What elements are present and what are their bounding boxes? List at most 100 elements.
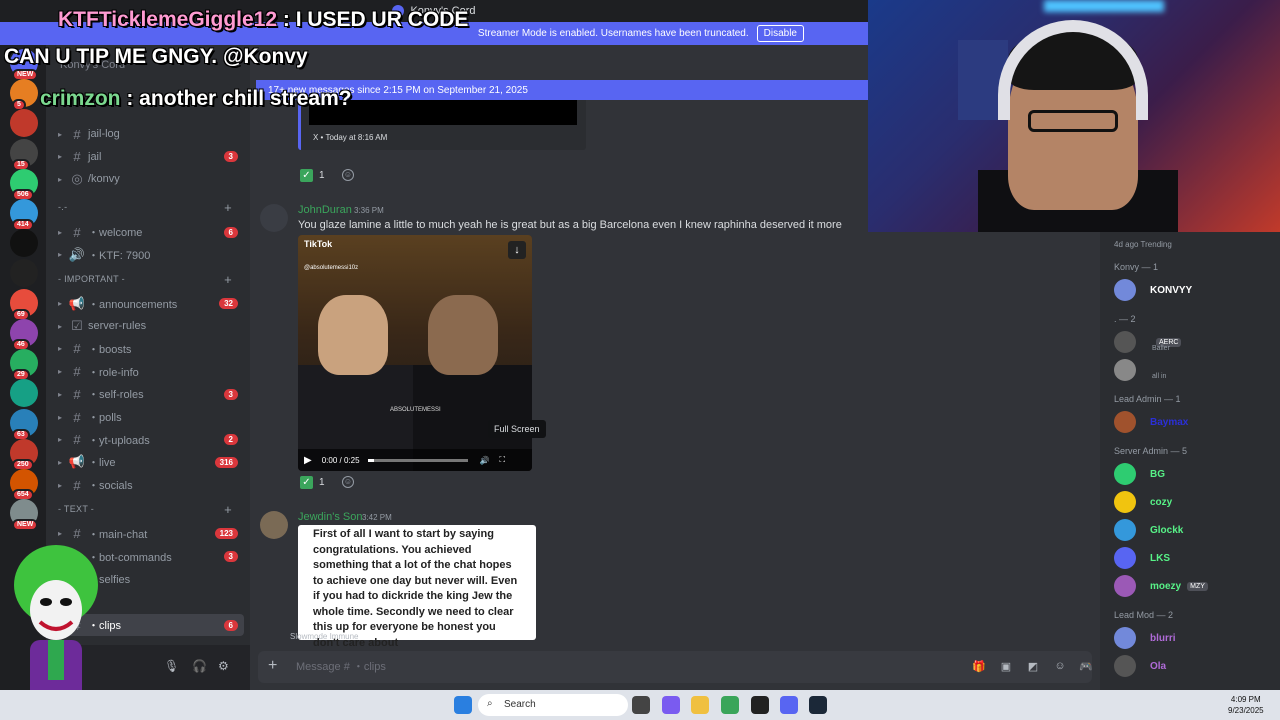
fullscreen-tooltip: Full Screen (488, 420, 546, 438)
member-item[interactable]: Glockk (1114, 518, 1274, 542)
server-icon[interactable]: 414 (10, 199, 38, 231)
channel-item[interactable]: ▸ # ・boosts (54, 338, 244, 360)
disable-streamer-button[interactable]: Disable (756, 25, 804, 42)
channel-category[interactable]: - IMPORTANT - + (58, 272, 244, 287)
channel-item[interactable]: ▸ # ・yt-uploads 2 (54, 429, 244, 451)
gif-icon[interactable]: ▣ (999, 660, 1013, 674)
avatar[interactable] (260, 204, 288, 232)
channel-type-icon: 📢 (68, 295, 86, 311)
clock-date: 9/23/2025 (1228, 706, 1264, 715)
channel-item[interactable]: ▸ # jail-log (54, 123, 244, 145)
channel-item[interactable]: ▸ # ・polls (54, 406, 244, 428)
message-input[interactable] (296, 659, 896, 675)
discord-taskbar-icon[interactable] (780, 696, 798, 714)
channel-unread-arrow-icon: ▸ (57, 529, 62, 539)
windows-start-icon[interactable] (454, 696, 472, 714)
sticker-icon[interactable]: ◩ (1026, 660, 1040, 674)
channel-name: jail-log (88, 128, 120, 140)
member-item[interactable]: cozy (1114, 490, 1274, 514)
taskbar-search[interactable]: ⌕ Search (478, 694, 628, 716)
channel-name: /konvy (88, 173, 120, 186)
server-icon[interactable]: 69 (10, 289, 38, 321)
settings-gear-icon[interactable]: ⚙ (218, 659, 229, 673)
headphones-icon[interactable]: 🎧 (192, 659, 207, 673)
avatar[interactable] (260, 511, 288, 539)
channel-unread-arrow-icon: ▸ (57, 344, 62, 354)
channel-item[interactable]: ▸ 🔊 ・KTF: 7900 (54, 244, 244, 266)
server-icon[interactable]: 506 (10, 169, 38, 201)
channel-item[interactable]: ▸ # jail 3 (54, 146, 244, 168)
emoji-icon[interactable]: ☺ (1053, 660, 1067, 674)
member-item[interactable]: BG (1114, 462, 1274, 486)
channel-item[interactable]: ▸ # ・welcome 6 (54, 221, 244, 243)
channel-item[interactable]: ▸ ◎ /konvy (54, 168, 244, 190)
chrome-icon[interactable] (721, 696, 739, 714)
channel-item[interactable]: ▸ # ・self-roles 3 (54, 383, 244, 405)
category-label: - IMPORTANT - (58, 273, 125, 284)
member-item[interactable]: LKS (1114, 546, 1274, 570)
member-item[interactable]: moezy MZY (1114, 574, 1274, 598)
checkmark-emoji-icon: ✓ (300, 475, 313, 489)
member-item[interactable]: blurri (1114, 626, 1274, 650)
channel-type-icon: # (73, 224, 81, 240)
member-item[interactable]: all in (1114, 358, 1274, 382)
microphone-icon[interactable]: 🎙 (164, 659, 179, 673)
channel-unread-arrow-icon: ▸ (57, 152, 62, 162)
channel-item[interactable]: ▸ 📢 ・announcements 32 (54, 293, 244, 315)
message-author[interactable]: Jewdin's Son (298, 511, 362, 523)
server-icon[interactable]: 250 (10, 439, 38, 471)
member-item[interactable]: Baymax (1114, 410, 1274, 434)
channel-item[interactable]: ▸ # ・socials (54, 474, 244, 496)
taskbar-clock[interactable]: 4:09 PM 9/23/2025 (1228, 694, 1264, 716)
fullscreen-icon[interactable]: ⛶ (499, 455, 505, 465)
channel-type-icon: # (73, 386, 81, 402)
apps-icon[interactable]: 🎮 (1079, 660, 1093, 674)
server-icon[interactable]: 63 (10, 409, 38, 441)
gift-icon[interactable]: 🎁 (972, 660, 986, 674)
member-group-header: . — 2 (1114, 314, 1136, 324)
channel-unread-arrow-icon: ▸ (57, 174, 62, 184)
channel-item[interactable]: ▸ 📢 ・live 316 (54, 451, 244, 473)
member-item[interactable]: KONVYY (1114, 278, 1274, 302)
add-reaction-icon[interactable]: ☺ (342, 476, 354, 488)
app-icon[interactable] (751, 696, 769, 714)
server-icon[interactable]: 654 (10, 469, 38, 501)
server-icon[interactable]: NEW (10, 499, 39, 531)
reaction-check[interactable]: ✓ 1 ☺ (300, 473, 354, 491)
download-icon[interactable]: ↓ (508, 241, 526, 259)
channel-item[interactable]: ▸ # ・role-info (54, 361, 244, 383)
mention-badge: 32 (219, 298, 238, 309)
member-group-header: Konvy — 1 (1114, 262, 1159, 272)
channel-unread-arrow-icon: ▸ (57, 457, 62, 467)
member-status: all in (1152, 373, 1167, 380)
create-channel-plus-icon[interactable]: + (224, 272, 232, 287)
channel-category[interactable]: -.- + (58, 200, 244, 215)
channel-item[interactable]: ▸ ☑ server-rules (54, 315, 244, 337)
member-item[interactable]: Ola (1114, 654, 1274, 678)
file-explorer-icon[interactable] (691, 696, 709, 714)
reaction-check[interactable]: ✓ 1 ☺ (300, 166, 354, 184)
server-icon[interactable] (10, 229, 38, 257)
server-icon[interactable] (10, 259, 38, 287)
server-icon[interactable] (10, 379, 38, 407)
attach-plus-icon[interactable]: + (268, 657, 277, 675)
video-progress[interactable] (367, 458, 468, 462)
add-reaction-icon[interactable]: ☺ (342, 169, 354, 181)
copilot-icon[interactable] (662, 696, 680, 714)
server-icon[interactable]: 15 (10, 139, 38, 171)
channel-type-icon: # (73, 409, 81, 425)
create-channel-plus-icon[interactable]: + (224, 200, 232, 215)
task-view-icon[interactable] (632, 696, 650, 714)
message-author[interactable]: JohnDuran (298, 204, 352, 216)
overlay-chat-line: KTFTicklemeGiggle12 : I USED UR CODE (58, 8, 468, 32)
steam-icon[interactable] (809, 696, 827, 714)
avatar (1114, 463, 1136, 485)
volume-icon[interactable]: 🔊 (480, 456, 490, 465)
server-icon[interactable]: 29 (10, 349, 38, 381)
play-icon[interactable]: ▶ (304, 455, 312, 466)
channel-category[interactable]: - TEXT - + (58, 502, 244, 517)
create-channel-plus-icon[interactable]: + (224, 502, 232, 517)
mention-badge: 6 (223, 226, 238, 238)
server-icon[interactable]: 46 (10, 319, 38, 351)
member-item[interactable]: AERC Baller (1114, 330, 1274, 354)
